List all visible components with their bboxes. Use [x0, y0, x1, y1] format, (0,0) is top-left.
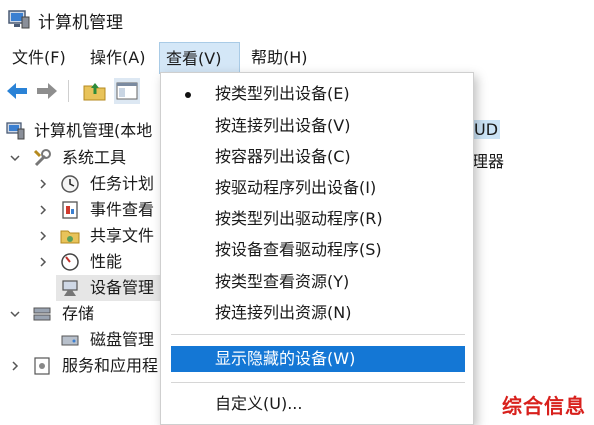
- tree-label: 存储: [62, 304, 95, 323]
- menu-item-drivers-by-device[interactable]: 按设备查看驱动程序(S): [171, 237, 465, 263]
- title-bar: 计算机管理: [0, 0, 594, 38]
- gauge-icon: [61, 253, 79, 271]
- tree-item-root[interactable]: 计算机管理(本地: [0, 118, 170, 144]
- tree-item-storage[interactable]: 存储: [0, 301, 170, 327]
- disk-icon: [61, 335, 79, 346]
- tree-label: 事件查看: [90, 200, 155, 219]
- chevron-down-icon[interactable]: [8, 151, 22, 165]
- menu-separator: [171, 334, 465, 335]
- tree-item-task-scheduler[interactable]: 任务计划: [0, 171, 170, 197]
- tree-item-device-manager[interactable]: 设备管理: [56, 275, 170, 301]
- tree-label: 磁盘管理: [90, 330, 155, 349]
- menu-item-devices-by-connection[interactable]: 按连接列出设备(V): [171, 113, 465, 139]
- watermark-text: 综合信息: [502, 394, 586, 418]
- show-hide-console-tree-icon[interactable]: [114, 78, 140, 104]
- menu-item-resources-by-connection[interactable]: 按连接列出资源(N): [171, 300, 465, 326]
- menu-item-devices-by-type[interactable]: 按类型列出设备(E): [171, 81, 465, 107]
- view-menu-dropdown: 按类型列出设备(E) 按连接列出设备(V) 按容器列出设备(C) 按驱动程序列出…: [160, 72, 474, 425]
- menu-item-label: 按类型列出驱动程序(R): [215, 209, 383, 228]
- tree-item-event-viewer[interactable]: 事件查看: [0, 197, 170, 223]
- tree-item-services-applications[interactable]: 服务和应用程: [0, 353, 170, 379]
- menu-help[interactable]: 帮助(H): [245, 42, 314, 74]
- menu-item-label: 按容器列出设备(C): [215, 147, 351, 166]
- menu-item-label: 按类型列出设备(E): [215, 84, 350, 103]
- chevron-right-icon[interactable]: [36, 203, 50, 217]
- services-icon: [34, 357, 50, 375]
- tree-item-shared-folders[interactable]: 共享文件: [0, 223, 170, 249]
- menu-item-devices-by-driver[interactable]: 按驱动程序列出设备(I): [171, 175, 465, 201]
- menu-item-label: 按连接列出设备(V): [215, 116, 351, 135]
- menu-bar: 文件(F) 操作(A) 查看(V) 帮助(H): [0, 42, 594, 74]
- menu-item-label: 按类型查看资源(Y): [215, 272, 350, 291]
- computer-management-icon: [6, 122, 25, 140]
- back-arrow-icon[interactable]: [4, 78, 30, 104]
- chevron-right-icon[interactable]: [36, 177, 50, 191]
- tree-item-disk-management[interactable]: 磁盘管理: [0, 327, 170, 353]
- tree-item-performance[interactable]: 性能: [0, 249, 170, 275]
- event-log-icon: [62, 201, 78, 219]
- radio-bullet-icon: [185, 92, 191, 98]
- tree-label: 共享文件: [90, 226, 155, 245]
- menu-view[interactable]: 查看(V): [159, 42, 240, 74]
- tree-label: 性能: [90, 252, 123, 271]
- tree-label: 服务和应用程: [62, 356, 159, 375]
- tools-icon: [33, 149, 51, 167]
- menu-item-label: 按驱动程序列出设备(I): [215, 178, 377, 197]
- menu-item-show-hidden-devices[interactable]: 显示隐藏的设备(W): [171, 346, 465, 372]
- toolbar-separator: [68, 80, 69, 102]
- device-root-label[interactable]: UD: [472, 120, 501, 139]
- menu-action[interactable]: 操作(A): [84, 42, 151, 74]
- device-manager-icon: [62, 280, 78, 296]
- computer-management-icon: [8, 10, 30, 29]
- clock-icon: [61, 175, 79, 193]
- chevron-right-icon[interactable]: [8, 359, 22, 373]
- window-title: 计算机管理: [38, 13, 123, 33]
- menu-item-devices-by-container[interactable]: 按容器列出设备(C): [171, 144, 465, 170]
- tree-label: 计算机管理(本地: [34, 121, 153, 140]
- menu-item-label: 按设备查看驱动程序(S): [215, 240, 382, 259]
- menu-item-drivers-by-type[interactable]: 按类型列出驱动程序(R): [171, 206, 465, 232]
- menu-item-label: 显示隐藏的设备(W): [215, 349, 356, 368]
- menu-file[interactable]: 文件(F): [6, 42, 72, 74]
- storage-icon: [33, 307, 51, 321]
- up-folder-icon[interactable]: [82, 78, 108, 104]
- menu-item-customize[interactable]: 自定义(U)...: [171, 391, 465, 417]
- forward-arrow-icon[interactable]: [34, 78, 60, 104]
- tree-label: 系统工具: [62, 148, 127, 167]
- menu-item-label: 按连接列出资源(N): [215, 303, 352, 322]
- device-category-label[interactable]: 理器: [472, 148, 504, 172]
- tree-label: 任务计划: [90, 174, 155, 193]
- chevron-right-icon[interactable]: [36, 255, 50, 269]
- shared-folder-icon: [60, 230, 80, 244]
- tree-label: 设备管理: [90, 278, 155, 297]
- chevron-down-icon[interactable]: [8, 307, 22, 321]
- menu-item-label: 自定义(U)...: [215, 394, 303, 413]
- console-tree: 计算机管理(本地 系统工具 任务计划 事件查看 共享文件 性能 设备管理 存储 …: [0, 116, 170, 423]
- chevron-right-icon[interactable]: [36, 229, 50, 243]
- menu-separator: [171, 382, 465, 383]
- menu-item-resources-by-type[interactable]: 按类型查看资源(Y): [171, 269, 465, 295]
- tree-item-system-tools[interactable]: 系统工具: [0, 145, 170, 171]
